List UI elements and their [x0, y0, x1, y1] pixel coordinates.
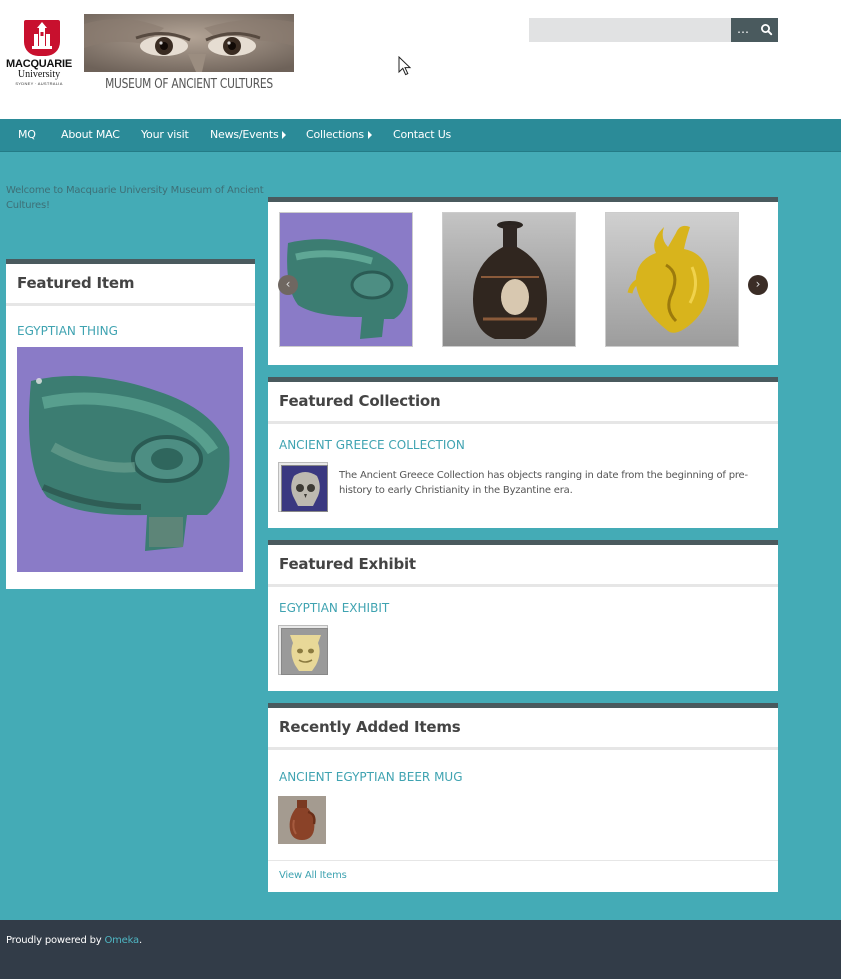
nav-item-mq[interactable]: MQ — [18, 119, 36, 151]
macquarie-shield-icon — [24, 20, 60, 56]
recently-added-heading: Recently Added Items — [268, 708, 778, 750]
advanced-search-button[interactable]: … — [731, 18, 755, 42]
featured-exhibit-panel: Featured Exhibit EGYPTIAN EXHIBIT — [268, 540, 778, 691]
view-all-items-link[interactable]: View All Items — [279, 870, 347, 881]
featured-collection-panel: Featured Collection ANCIENT GREECE COLLE… — [268, 377, 778, 528]
featured-item-link[interactable]: EGYPTIAN THING — [17, 324, 118, 338]
featured-collection-description: The Ancient Greece Collection has object… — [339, 470, 748, 496]
nav-item-news-events[interactable]: News/Events — [210, 119, 287, 151]
caret-right-icon — [367, 131, 372, 139]
search-button[interactable] — [755, 18, 778, 42]
carousel-prev-button[interactable]: ‹ — [278, 275, 298, 295]
featured-item-panel: Featured Item EGYPTIAN THING — [6, 259, 255, 589]
caret-right-icon — [282, 131, 287, 139]
search-icon — [761, 24, 773, 36]
mac-banner-image[interactable] — [84, 14, 294, 72]
nav-item-your-visit[interactable]: Your visit — [141, 119, 189, 151]
macquarie-logo[interactable]: MACQUARIE University SYDNEY · AUSTRALIA — [6, 20, 72, 86]
recently-added-panel: Recently Added Items ANCIENT EGYPTIAN BE… — [268, 703, 778, 892]
featured-exhibit-thumbnail[interactable] — [278, 625, 330, 677]
featured-exhibit-link[interactable]: EGYPTIAN EXHIBIT — [279, 601, 389, 615]
carousel-next-button[interactable]: › — [748, 275, 768, 295]
carousel-item[interactable] — [442, 212, 576, 347]
featured-collection-heading: Featured Collection — [268, 382, 778, 424]
macquarie-university-label: University — [17, 69, 61, 80]
featured-collection-link[interactable]: ANCIENT GREECE COLLECTION — [279, 438, 465, 452]
macquarie-tagline: SYDNEY · AUSTRALIA — [15, 81, 63, 86]
featured-exhibit-heading: Featured Exhibit — [268, 545, 778, 587]
nav-item-about-mac[interactable]: About MAC — [61, 119, 120, 151]
chevron-left-icon: ‹ — [285, 277, 291, 291]
carousel-item[interactable] — [605, 212, 739, 347]
site-header: MACQUARIE University SYDNEY · AUSTRALIA — [0, 0, 841, 119]
omeka-link[interactable]: Omeka — [104, 935, 139, 946]
featured-collection-thumbnail[interactable] — [278, 462, 330, 514]
recent-item-thumbnail[interactable] — [278, 796, 326, 844]
featured-item-image[interactable] — [17, 347, 243, 572]
nav-item-collections[interactable]: Collections — [306, 119, 372, 151]
search-input[interactable] — [529, 18, 731, 42]
carousel-item[interactable] — [279, 212, 413, 347]
main-navigation: MQ About MAC Your visit News/Events Coll… — [0, 119, 841, 152]
welcome-text: Welcome to Macquarie University Museum o… — [6, 185, 264, 211]
mac-title: MUSEUM OF ANCIENT CULTURES — [105, 77, 273, 92]
featured-item-heading: Featured Item — [6, 264, 255, 306]
footer-credit: Proudly powered by Omeka. — [6, 935, 142, 946]
recent-item-link[interactable]: ANCIENT EGYPTIAN BEER MUG — [279, 770, 463, 784]
mouse-cursor-icon — [398, 55, 412, 80]
item-carousel: ‹ › — [268, 197, 778, 365]
divider — [268, 860, 778, 861]
site-footer: Proudly powered by Omeka. — [0, 920, 841, 979]
nav-item-contact-us[interactable]: Contact Us — [393, 119, 451, 151]
chevron-right-icon: › — [755, 277, 761, 291]
